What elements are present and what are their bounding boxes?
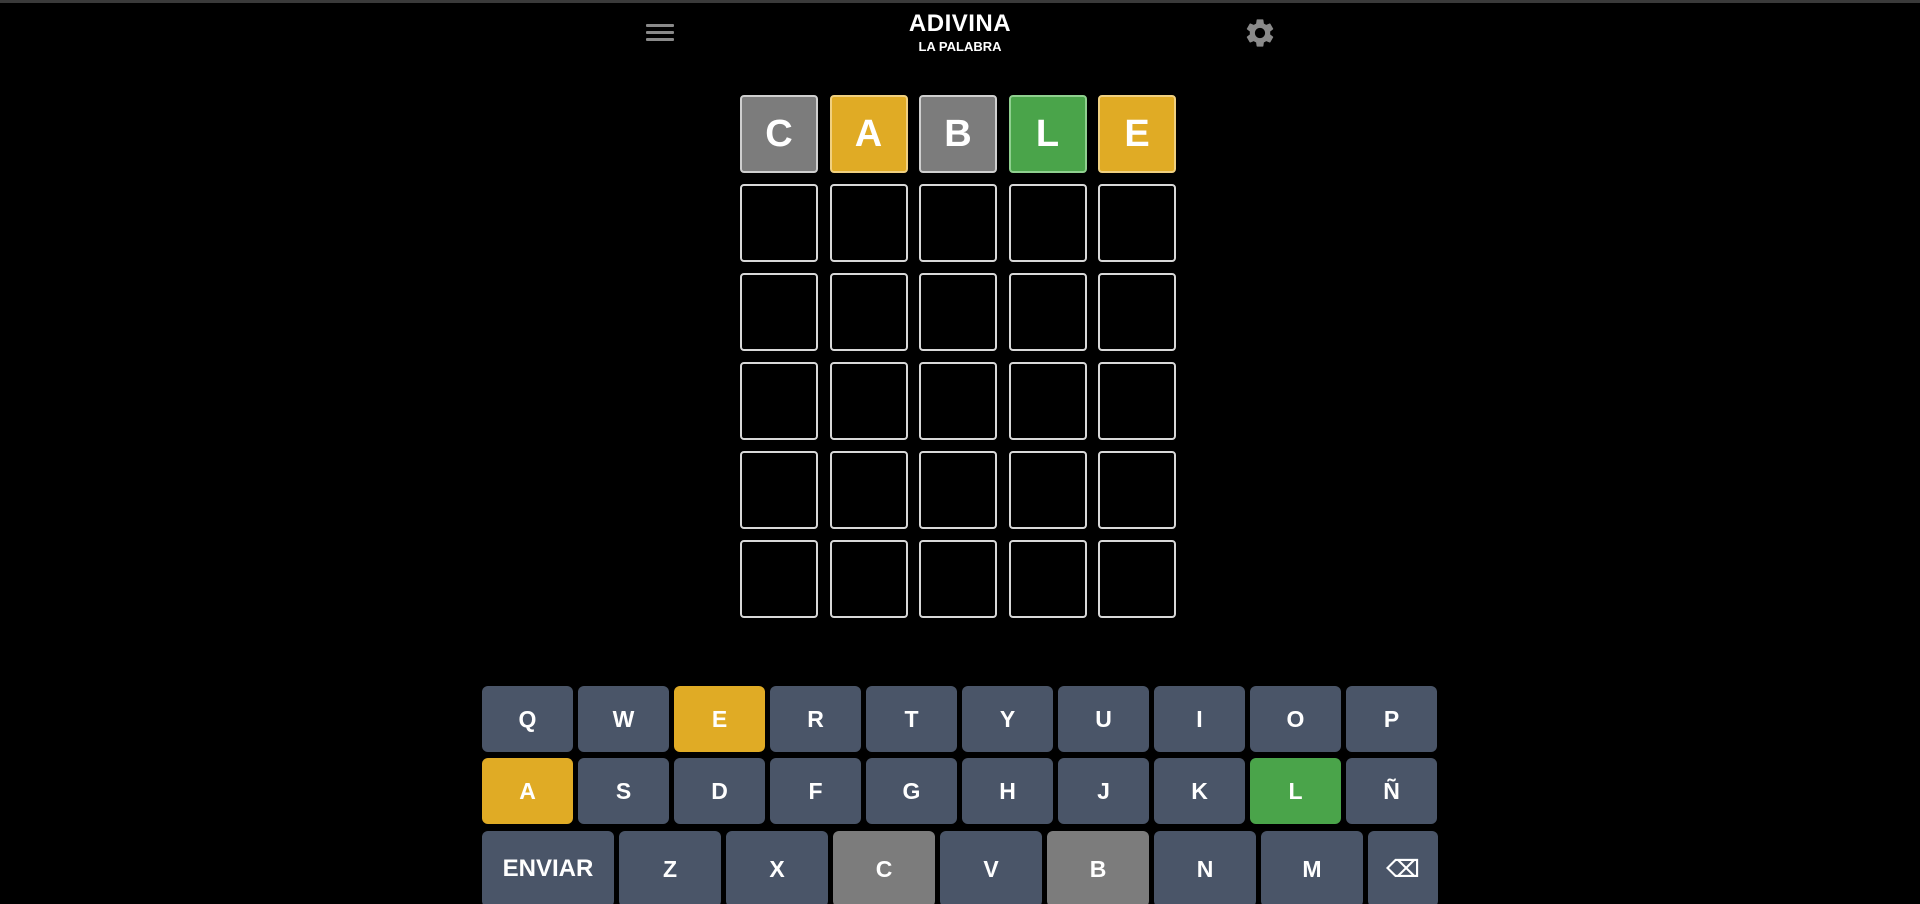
key-f[interactable]: F <box>770 758 861 824</box>
menu-line <box>646 38 674 41</box>
board-tile <box>740 540 818 618</box>
key-b[interactable]: B <box>1047 831 1149 904</box>
board-tile <box>740 451 818 529</box>
board-tile <box>1098 362 1176 440</box>
key-w[interactable]: W <box>578 686 669 752</box>
key-t[interactable]: T <box>866 686 957 752</box>
keyboard-row-3: ENVIAR Z X C V B N M ⌫ <box>482 831 1443 904</box>
key-m[interactable]: M <box>1261 831 1363 904</box>
menu-line <box>646 31 674 34</box>
board-tile <box>1008 540 1087 618</box>
key-c[interactable]: C <box>833 831 935 904</box>
board-tile <box>1008 184 1087 262</box>
board-tile <box>1008 362 1087 440</box>
board-tile <box>740 362 818 440</box>
key-a[interactable]: A <box>482 758 573 824</box>
key-e[interactable]: E <box>674 686 765 752</box>
board-tile <box>919 184 997 262</box>
key-p[interactable]: P <box>1346 686 1437 752</box>
board-tile <box>1098 540 1176 618</box>
board-tile: E <box>1098 95 1176 173</box>
hamburger-menu-icon[interactable] <box>646 21 674 45</box>
board-tile: L <box>1008 95 1087 173</box>
board-tile <box>829 184 908 262</box>
board-tile <box>919 540 997 618</box>
key-enye[interactable]: Ñ <box>1346 758 1437 824</box>
title-main: ADIVINA <box>908 10 1012 37</box>
board-tile <box>919 362 997 440</box>
board-tile <box>829 451 908 529</box>
board-tile <box>829 273 908 351</box>
key-h[interactable]: H <box>962 758 1053 824</box>
board-tile <box>1098 273 1176 351</box>
key-d[interactable]: D <box>674 758 765 824</box>
title-subtitle: LA PALABRA <box>918 39 1002 54</box>
key-y[interactable]: Y <box>962 686 1053 752</box>
key-s[interactable]: S <box>578 758 669 824</box>
board-tile: C <box>740 95 818 173</box>
board-tile <box>919 451 997 529</box>
board-tile <box>740 273 818 351</box>
menu-line <box>646 24 674 27</box>
key-u[interactable]: U <box>1058 686 1149 752</box>
board-tile <box>1098 451 1176 529</box>
game-page: ADIVINA LA PALABRA CABLE QWERTYUIOP ASDF… <box>0 0 1920 904</box>
key-o[interactable]: O <box>1250 686 1341 752</box>
board-tile <box>1008 273 1087 351</box>
board-tile <box>1098 184 1176 262</box>
game-title: ADIVINA LA PALABRA <box>860 10 1060 54</box>
key-r[interactable]: R <box>770 686 861 752</box>
key-x[interactable]: X <box>726 831 828 904</box>
board-tile: B <box>919 95 997 173</box>
keyboard-row-2: ASDFGHJKLÑ <box>482 758 1442 824</box>
key-g[interactable]: G <box>866 758 957 824</box>
game-board: CABLE <box>740 95 1176 618</box>
board-tile <box>919 273 997 351</box>
keyboard-row-1: QWERTYUIOP <box>482 686 1442 752</box>
board-tile <box>740 184 818 262</box>
key-k[interactable]: K <box>1154 758 1245 824</box>
board-tile <box>829 540 908 618</box>
board-tile: A <box>829 95 908 173</box>
key-z[interactable]: Z <box>619 831 721 904</box>
key-l[interactable]: L <box>1250 758 1341 824</box>
enter-key-button[interactable]: ENVIAR <box>482 831 614 904</box>
key-j[interactable]: J <box>1058 758 1149 824</box>
gear-icon-graphic <box>1246 19 1274 47</box>
board-tile <box>1008 451 1087 529</box>
key-v[interactable]: V <box>940 831 1042 904</box>
key-q[interactable]: Q <box>482 686 573 752</box>
key-i[interactable]: I <box>1154 686 1245 752</box>
gear-icon[interactable] <box>1243 16 1277 50</box>
backspace-key-button[interactable]: ⌫ <box>1368 831 1438 904</box>
key-n[interactable]: N <box>1154 831 1256 904</box>
board-tile <box>829 362 908 440</box>
